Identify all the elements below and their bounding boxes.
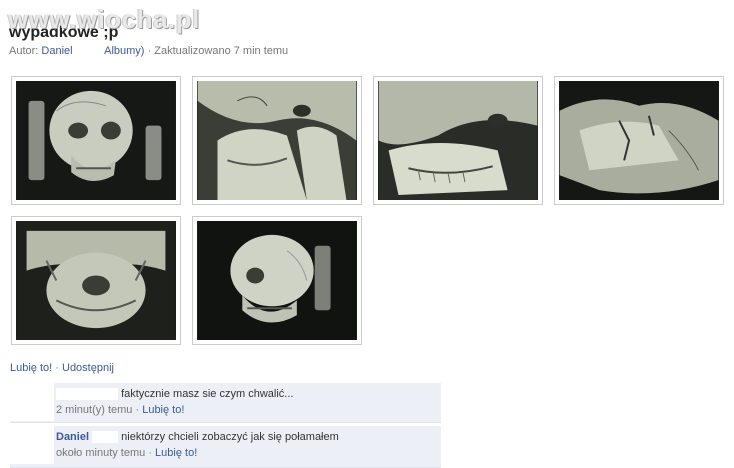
comment-1: faktycznie masz sie czym chwalić... 2 mi… bbox=[10, 383, 441, 423]
comment-meta: około minuty temu · Lubię to! bbox=[56, 447, 198, 460]
comment-author[interactable]: Daniel bbox=[56, 431, 89, 443]
comment-body: Daniel niektórzy chcieli zobaczyć jak si… bbox=[56, 431, 435, 459]
albums-link[interactable]: Albumy) bbox=[104, 45, 144, 57]
jaw-closeup-photo bbox=[378, 81, 538, 200]
comment-like-link[interactable]: Lubię to! bbox=[155, 447, 197, 459]
like-link[interactable]: Lubię to! bbox=[10, 362, 52, 374]
comment-text: niektórzy chcieli zobaczyć jak się połam… bbox=[121, 431, 339, 443]
photo-thumb-6[interactable] bbox=[192, 216, 362, 345]
photo-thumb-2[interactable] bbox=[192, 76, 362, 205]
photo-thumb-5[interactable] bbox=[11, 216, 181, 345]
ct-skull-front-image bbox=[16, 81, 176, 200]
ct-skull-profile-image bbox=[197, 221, 357, 340]
updated-time: · Zaktualizowano 7 min temu bbox=[147, 45, 289, 57]
comment-meta: 2 minut(y) temu · Lubię to! bbox=[56, 404, 185, 417]
actions-separator: · bbox=[55, 362, 59, 374]
author-link[interactable]: Daniel bbox=[41, 45, 72, 57]
comment-time: 2 minut(y) temu bbox=[56, 404, 133, 417]
album-meta: Autor: Daniel Albumy) · Zaktualizowano 7… bbox=[9, 45, 289, 58]
photo-thumb-4[interactable] bbox=[554, 76, 724, 205]
avatar[interactable] bbox=[10, 426, 54, 464]
redacted-name bbox=[75, 45, 102, 58]
skull-front-photo bbox=[16, 81, 176, 200]
share-link[interactable]: Udostępnij bbox=[62, 362, 114, 374]
comment-2: Daniel niektórzy chcieli zobaczyć jak si… bbox=[10, 426, 441, 468]
avatar[interactable] bbox=[10, 383, 54, 421]
skull-profile-photo bbox=[197, 221, 357, 340]
author-prefix: Autor: bbox=[9, 45, 39, 57]
comment-text: faktycznie masz sie czym chwalić... bbox=[121, 388, 294, 400]
photo-thumb-3[interactable] bbox=[373, 76, 543, 205]
skull-base-photo bbox=[16, 221, 176, 340]
post-actions: Lubię to! · Udostępnij bbox=[10, 362, 114, 374]
comment-time: około minuty temu bbox=[56, 447, 146, 460]
jaw-fracture-photo bbox=[559, 81, 719, 200]
site-watermark: www.wiocha.pl bbox=[8, 4, 200, 34]
skull-side-photo bbox=[197, 81, 357, 200]
ct-jaw-closeup-image bbox=[378, 81, 538, 200]
ct-skull-side-image bbox=[197, 81, 357, 200]
comment-body: faktycznie masz sie czym chwalić... 2 mi… bbox=[56, 388, 435, 416]
ct-skull-base-image bbox=[16, 221, 176, 340]
photo-thumb-1[interactable] bbox=[11, 76, 181, 205]
redacted-name bbox=[92, 431, 119, 444]
comment-like-link[interactable]: Lubię to! bbox=[142, 404, 184, 416]
ct-jaw-fracture-image bbox=[559, 81, 719, 200]
redacted-author bbox=[56, 388, 118, 401]
